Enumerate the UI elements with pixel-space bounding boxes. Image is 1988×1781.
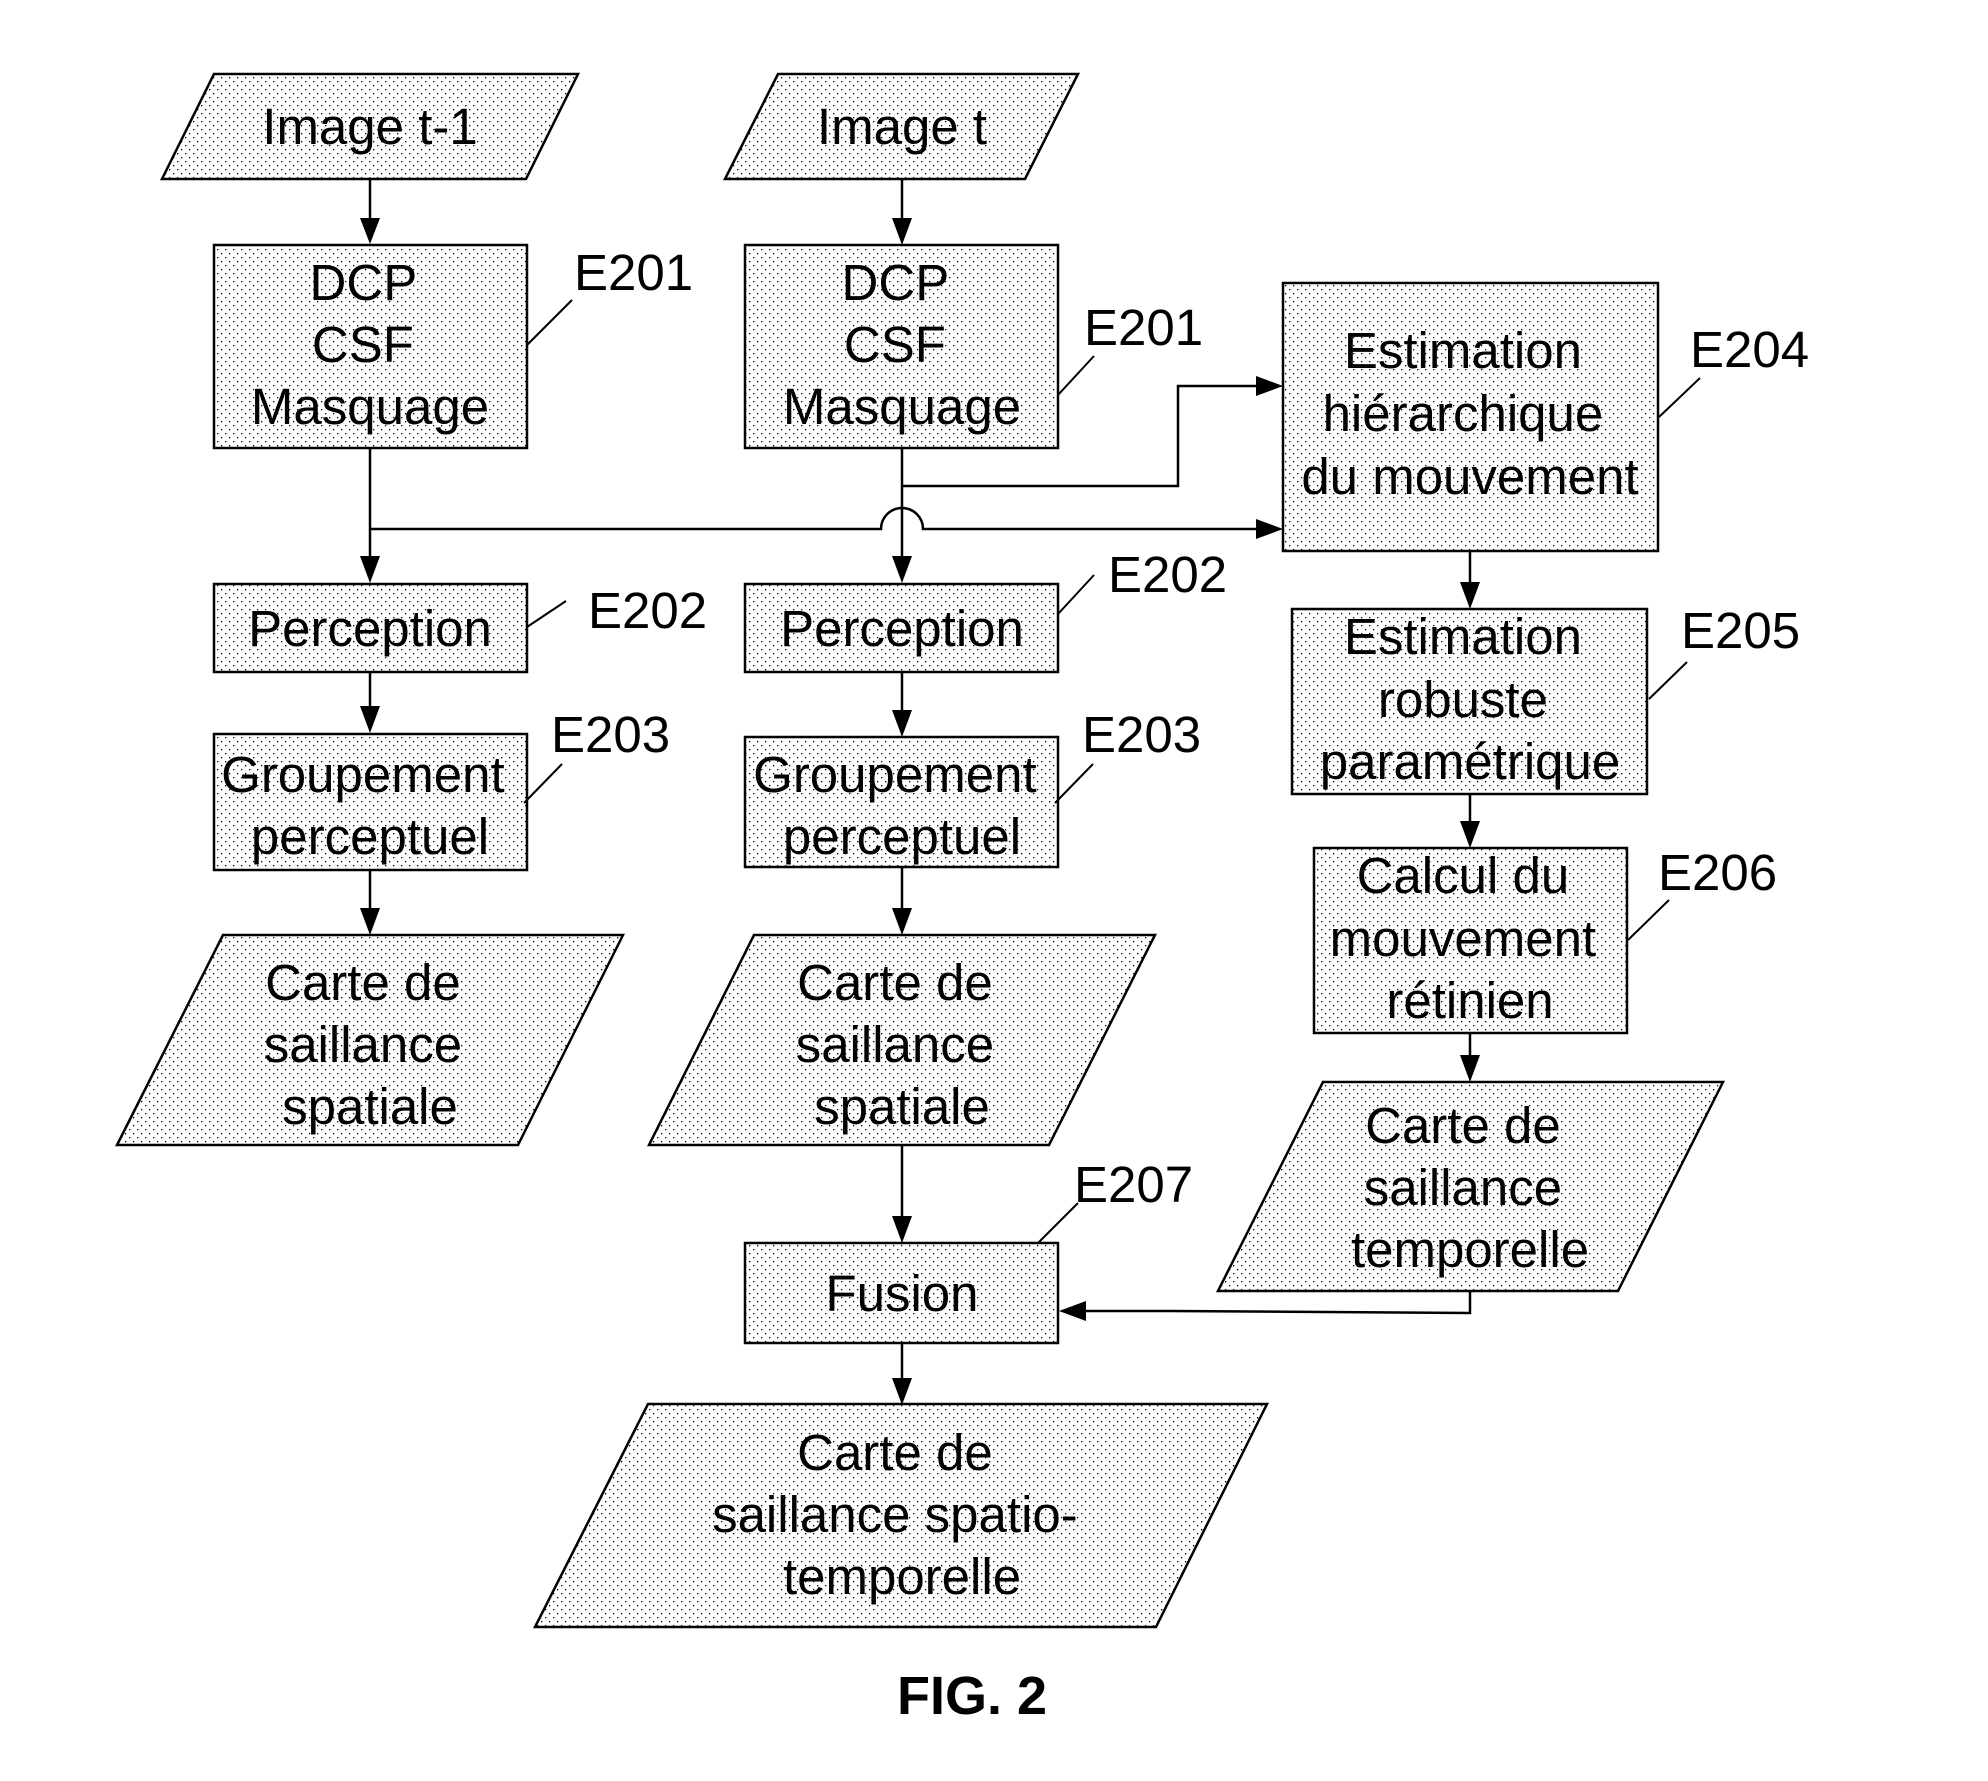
text-temporal-map: Carte de saillance temporelle: [1351, 1097, 1589, 1278]
arrowhead-icon: [892, 710, 912, 737]
ref-e201-mid: E201: [1084, 299, 1203, 356]
leader-e202-mid: [1057, 574, 1095, 615]
text-perception-mid: Perception: [780, 600, 1024, 657]
text-image-prev: Image t-1: [262, 98, 477, 155]
leader-e205: [1648, 661, 1688, 700]
text-motion-hier: Estimation hiérarchique du mouvement: [1301, 322, 1638, 505]
arrowhead-icon: [892, 556, 912, 583]
ref-e203-mid: E203: [1082, 706, 1201, 763]
ref-e201-left: E201: [574, 244, 693, 301]
arrowhead-icon: [1059, 1301, 1086, 1321]
ref-e202-left: E202: [588, 582, 707, 639]
arrowhead-icon: [360, 908, 380, 935]
flowchart-figure: Image t-1 Image t DCP CSF Masquage DCP C…: [114, 72, 1809, 1726]
leader-e206: [1627, 899, 1670, 941]
ref-e206: E206: [1658, 844, 1777, 901]
ref-e204: E204: [1690, 321, 1809, 378]
figure-caption: FIG. 2: [897, 1666, 1047, 1726]
arrowhead-icon: [1460, 821, 1480, 848]
leader-e204: [1658, 377, 1701, 418]
arrowhead-icon: [892, 1378, 912, 1405]
text-perception-left: Perception: [248, 600, 492, 657]
leader-e201-mid: [1057, 355, 1095, 396]
text-spatial-map-left: Carte de saillance spatiale: [264, 954, 477, 1135]
edge-dcp-left-to-motion-hier: [370, 506, 1260, 531]
arrowhead-icon: [1256, 376, 1283, 396]
leader-e203-left: [523, 763, 563, 804]
text-spatial-map-mid: Carte de saillance spatiale: [796, 954, 1009, 1135]
arrowhead-icon: [892, 1216, 912, 1243]
arrowhead-icon: [1460, 582, 1480, 609]
leader-e201-left: [526, 299, 573, 346]
text-fusion: Fusion: [825, 1265, 978, 1322]
text-image-curr: Image t: [817, 98, 987, 155]
leader-e202-left: [526, 600, 567, 628]
arrowhead-icon: [360, 556, 380, 583]
ref-e205: E205: [1681, 602, 1800, 659]
ref-e207: E207: [1074, 1156, 1193, 1213]
arrowhead-icon: [360, 218, 380, 244]
arrowhead-icon: [360, 706, 380, 733]
arrowhead-icon: [892, 908, 912, 935]
leader-e203-mid: [1054, 763, 1094, 804]
edge-temporal-map-to-fusion: [1082, 1291, 1472, 1315]
leader-e207: [1037, 1202, 1079, 1244]
arrowhead-icon: [1256, 519, 1283, 539]
ref-e202-mid: E202: [1108, 546, 1227, 603]
arrowhead-icon: [892, 218, 912, 245]
arrowhead-icon: [1460, 1055, 1480, 1082]
ref-e203-left: E203: [551, 706, 670, 763]
